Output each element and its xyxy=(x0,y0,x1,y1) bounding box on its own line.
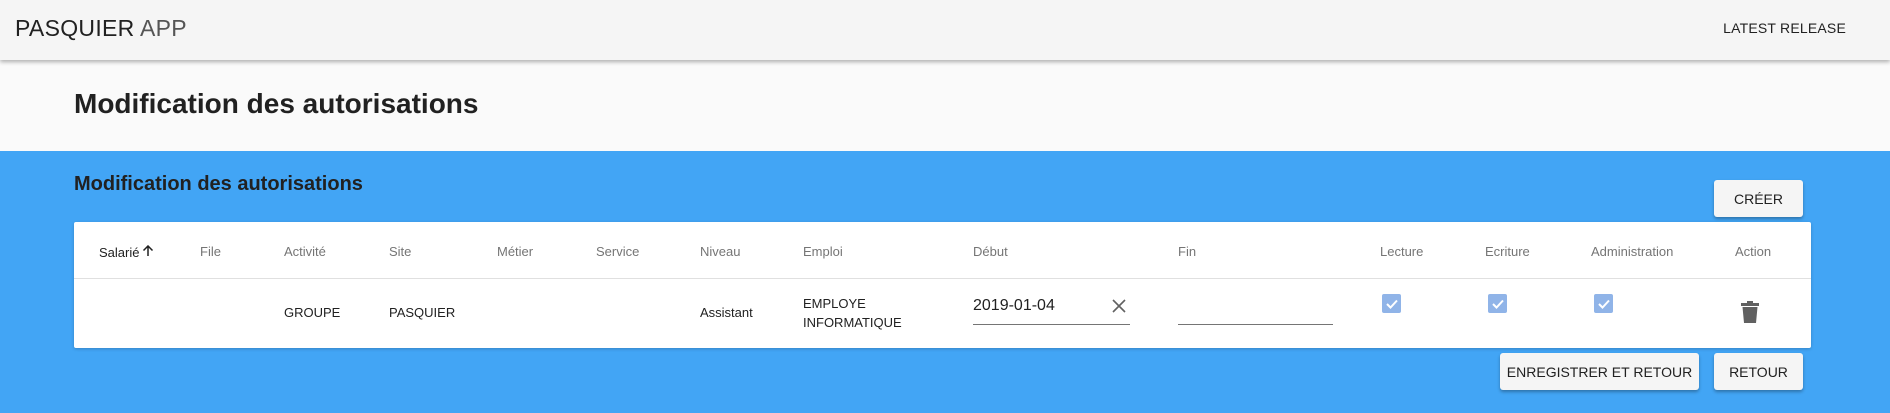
column-header-site[interactable]: Site xyxy=(389,244,411,259)
create-button[interactable]: CRÉER xyxy=(1714,180,1803,217)
column-label: Salarié xyxy=(99,245,140,260)
cell-emploi-line1: EMPLOYE xyxy=(803,296,866,311)
column-header-administration[interactable]: Administration xyxy=(1591,244,1673,259)
column-header-emploi[interactable]: Emploi xyxy=(803,244,843,259)
cell-niveau: Assistant xyxy=(700,305,753,320)
start-date-input[interactable] xyxy=(973,297,1093,315)
trash-icon[interactable] xyxy=(1740,301,1760,324)
cell-site: PASQUIER xyxy=(389,305,456,320)
column-header-metier[interactable]: Métier xyxy=(497,244,533,259)
arrow-up-icon xyxy=(142,244,154,260)
column-header-lecture[interactable]: Lecture xyxy=(1380,244,1423,259)
page-title: Modification des autorisations xyxy=(74,88,479,119)
start-date-field xyxy=(973,297,1130,325)
app-brand[interactable]: PASQUIER APP xyxy=(15,15,187,42)
check-icon xyxy=(1385,299,1398,309)
brand-suffix: APP xyxy=(139,15,187,41)
column-header-fin[interactable]: Fin xyxy=(1178,244,1196,259)
latest-release-link[interactable]: LATEST RELEASE xyxy=(1723,20,1846,36)
authorization-table: Salarié File Activité Site Métier Servic… xyxy=(74,222,1811,348)
column-header-ecriture[interactable]: Ecriture xyxy=(1485,244,1530,259)
authorization-section: Modification des autorisations CRÉER Sal… xyxy=(0,151,1890,413)
end-date-field xyxy=(1178,297,1333,325)
column-header-debut[interactable]: Début xyxy=(973,244,1008,259)
column-header-service[interactable]: Service xyxy=(596,244,639,259)
brand-name: PASQUIER xyxy=(15,15,135,41)
section-title: Modification des autorisations xyxy=(74,173,363,195)
column-header-salarie[interactable]: Salarié xyxy=(99,244,154,260)
administration-checkbox[interactable] xyxy=(1594,294,1613,313)
column-header-file[interactable]: File xyxy=(200,244,221,259)
cell-activite: GROUPE xyxy=(284,305,341,320)
table-header: Salarié File Activité Site Métier Servic… xyxy=(74,222,1811,279)
save-and-back-button[interactable]: ENREGISTRER ET RETOUR xyxy=(1500,353,1699,390)
column-header-action: Action xyxy=(1735,244,1772,259)
check-icon xyxy=(1597,299,1610,309)
column-header-activite[interactable]: Activité xyxy=(284,244,326,259)
close-icon[interactable] xyxy=(1110,297,1128,315)
ecriture-checkbox[interactable] xyxy=(1488,294,1507,313)
lecture-checkbox[interactable] xyxy=(1382,294,1401,313)
back-button[interactable]: RETOUR xyxy=(1714,353,1803,390)
cell-emploi-line2: INFORMATIQUE xyxy=(803,315,902,330)
check-icon xyxy=(1491,299,1504,309)
app-bar: PASQUIER APP LATEST RELEASE xyxy=(0,0,1890,60)
end-date-input[interactable] xyxy=(1178,297,1333,315)
column-header-niveau[interactable]: Niveau xyxy=(700,244,740,259)
